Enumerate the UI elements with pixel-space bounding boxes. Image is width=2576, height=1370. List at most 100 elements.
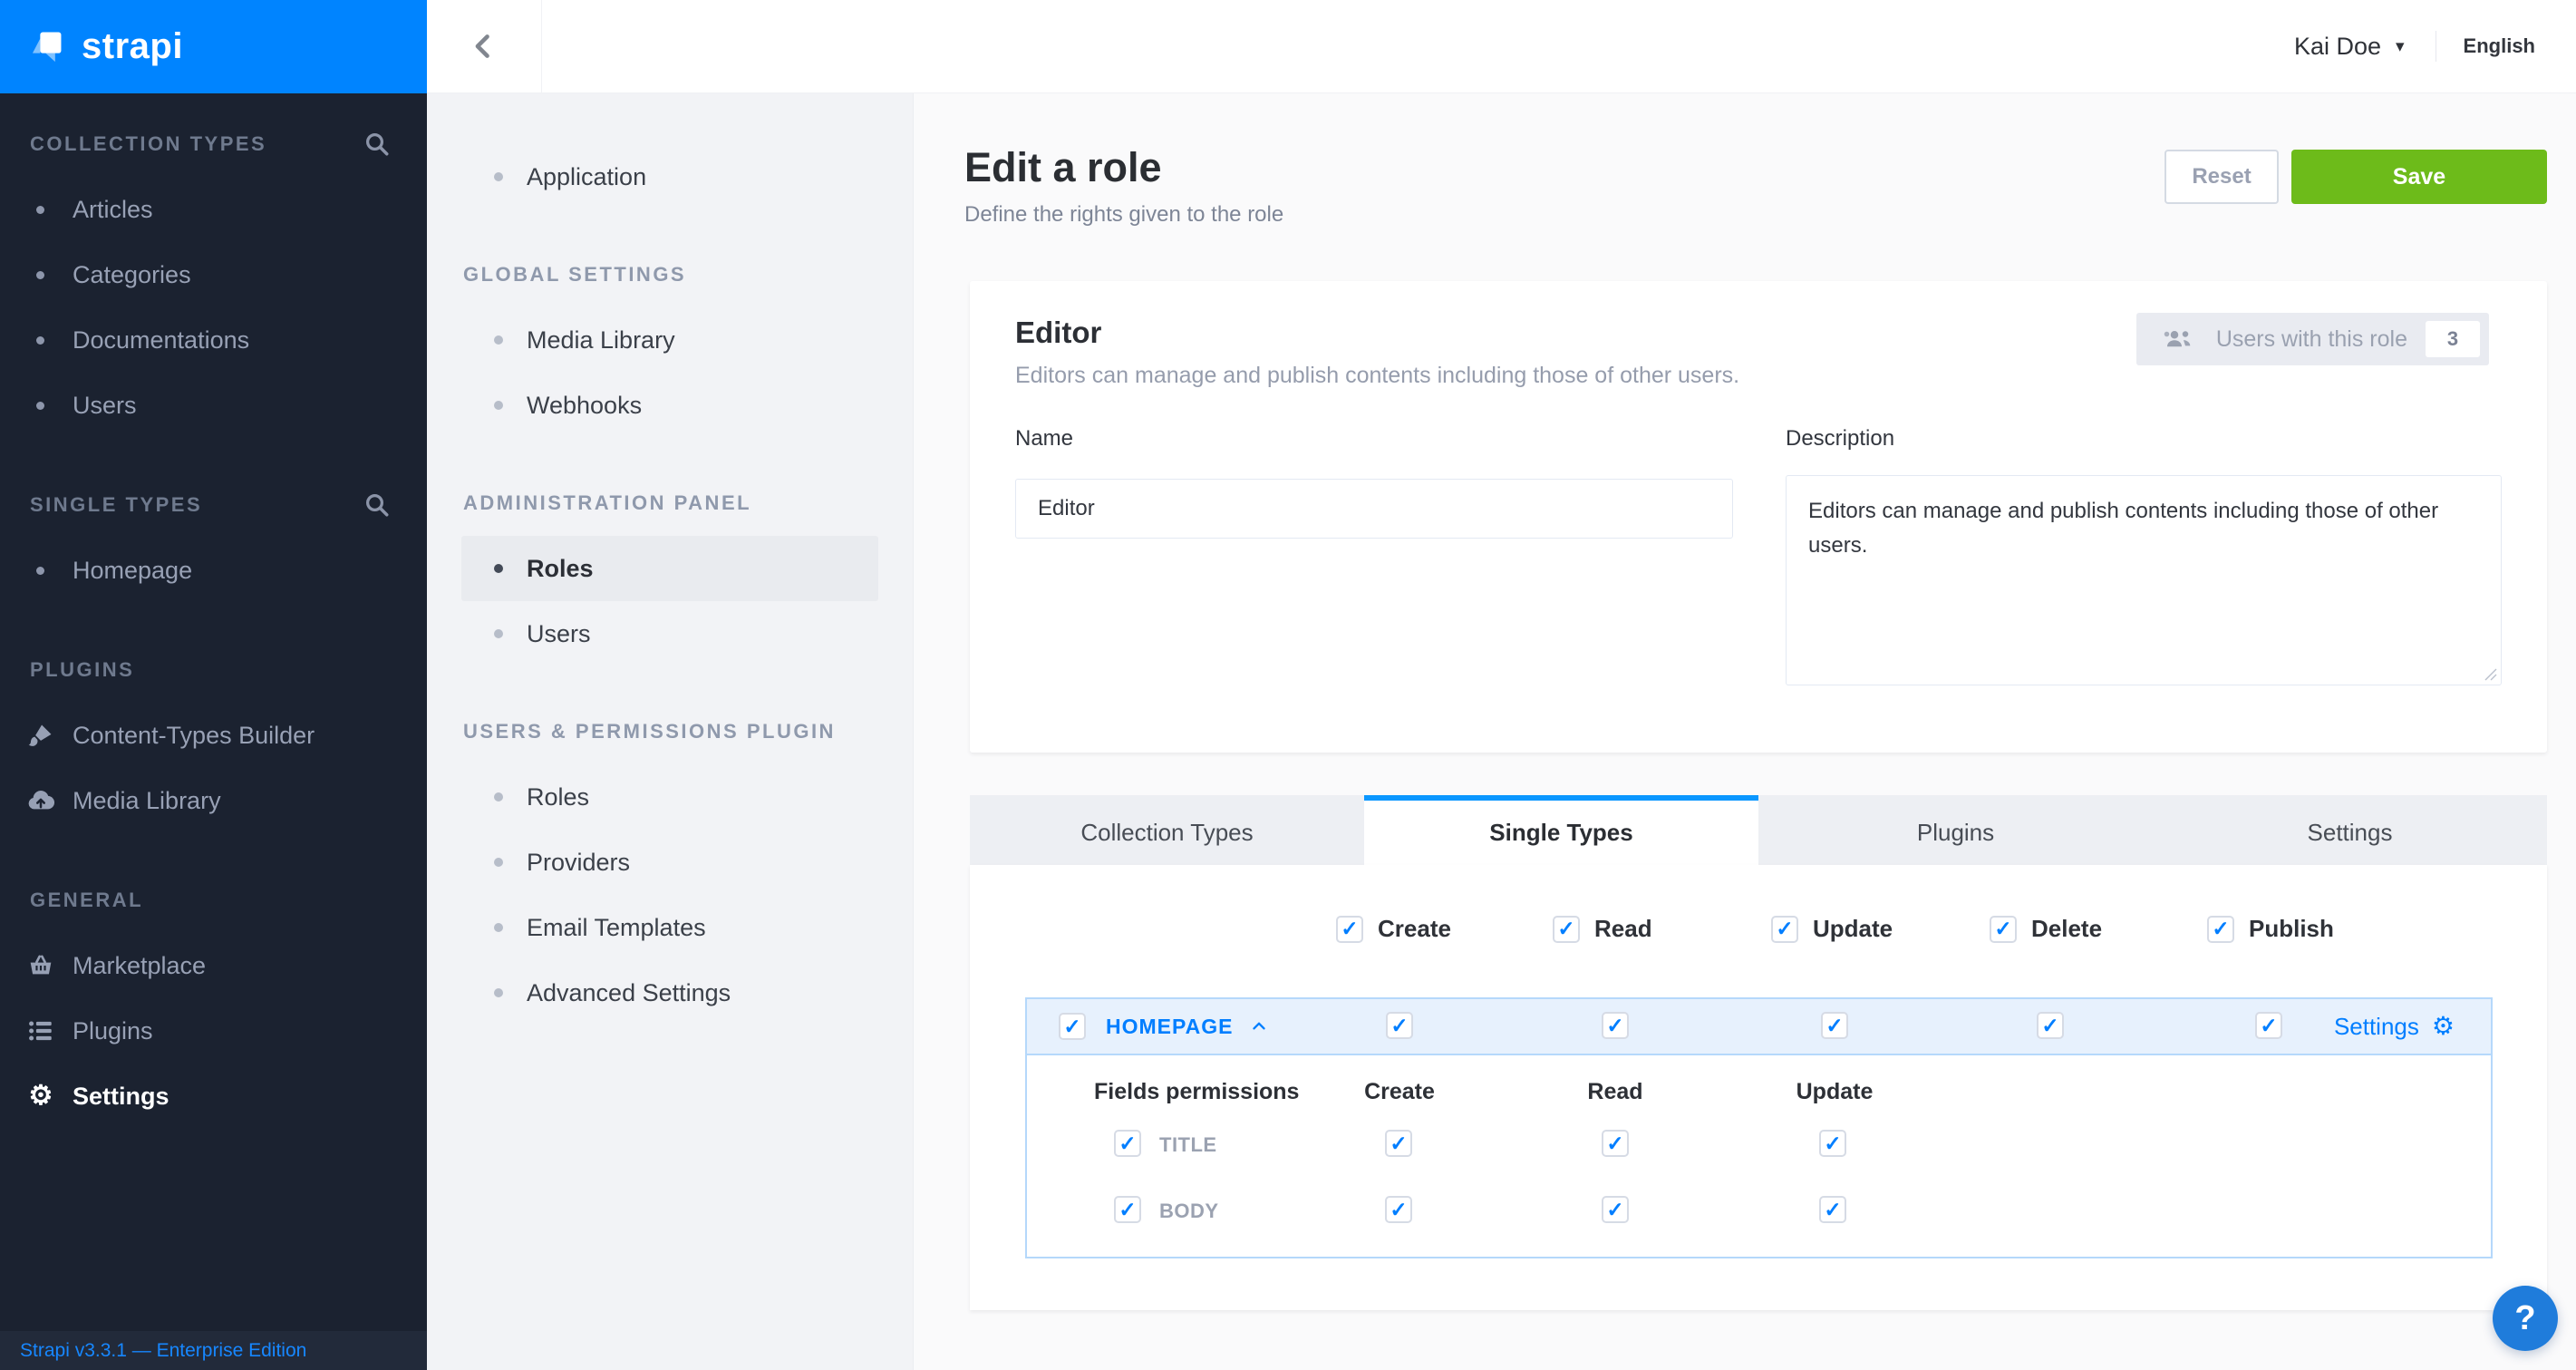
- settings-nav-heading-admin-panel: ADMINISTRATION PANEL: [427, 471, 913, 536]
- settings-nav-email-templates[interactable]: Email Templates: [461, 895, 878, 960]
- homepage-checkbox[interactable]: [1059, 1013, 1086, 1040]
- global-action-publish: Publish: [2207, 915, 2334, 943]
- title-update-checkbox[interactable]: [1819, 1130, 1846, 1157]
- role-name-heading: Editor: [1015, 316, 1101, 350]
- title-field-checkbox[interactable]: [1114, 1130, 1141, 1157]
- homepage-create-checkbox[interactable]: [1386, 1012, 1413, 1039]
- bullet-icon: [494, 172, 503, 181]
- fields-permissions-heading: Fields permissions: [1094, 1079, 1299, 1105]
- field-name: TITLE: [1159, 1133, 1217, 1157]
- permissions-card: Collection Types Single Types Plugins Se…: [970, 795, 2547, 1310]
- homepage-publish-checkbox[interactable]: [2255, 1012, 2282, 1039]
- chevron-left-icon: [469, 31, 499, 62]
- field-name: BODY: [1159, 1200, 1219, 1223]
- read-checkbox[interactable]: [1553, 916, 1580, 943]
- shopping-basket-icon: [25, 950, 56, 981]
- homepage-delete-checkbox[interactable]: [2037, 1012, 2064, 1039]
- update-checkbox[interactable]: [1771, 916, 1798, 943]
- page-subtitle: Define the rights given to the role: [964, 202, 1283, 228]
- reset-button[interactable]: Reset: [2164, 150, 2279, 204]
- create-checkbox[interactable]: [1336, 916, 1363, 943]
- settings-nav-advanced-settings[interactable]: Advanced Settings: [461, 960, 878, 1025]
- settings-nav-providers[interactable]: Providers: [461, 830, 878, 895]
- strapi-logo[interactable]: strapi: [0, 0, 427, 93]
- search-icon[interactable]: [363, 131, 391, 158]
- tab-collection-types[interactable]: Collection Types: [970, 795, 1364, 865]
- sidebar-item-articles[interactable]: Articles: [0, 177, 427, 242]
- settings-nav-webhooks[interactable]: Webhooks: [461, 373, 878, 438]
- sidebar-item-settings[interactable]: ⚙ Settings: [0, 1064, 427, 1129]
- bullet-icon: [494, 401, 503, 410]
- bullet-icon: [36, 206, 44, 214]
- title-create-checkbox[interactable]: [1385, 1130, 1412, 1157]
- bullet-icon: [494, 629, 503, 638]
- paint-brush-icon: [25, 720, 56, 751]
- permissions-tabs: Collection Types Single Types Plugins Se…: [970, 795, 2547, 865]
- users-with-role-button[interactable]: Users with this role 3: [2136, 313, 2489, 365]
- sidebar-section-plugins: PLUGINS Content-Types Builder Media Libr…: [0, 650, 427, 833]
- bullet-icon: [36, 336, 44, 345]
- users-with-role-label: Users with this role: [2216, 326, 2407, 353]
- homepage-row[interactable]: HOMEPAGE Settings ⚙: [1027, 999, 2491, 1055]
- chevron-up-icon[interactable]: [1249, 1016, 1269, 1036]
- save-button[interactable]: Save: [2291, 150, 2547, 204]
- language-selector[interactable]: English: [2464, 34, 2535, 58]
- settings-nav-up-roles[interactable]: Roles: [461, 764, 878, 830]
- settings-sidebar: Application GLOBAL SETTINGS Media Librar…: [427, 93, 914, 1370]
- role-name-input[interactable]: [1015, 479, 1733, 539]
- cloud-upload-icon: [25, 785, 56, 816]
- sidebar-item-plugins[interactable]: Plugins: [0, 998, 427, 1064]
- plugins-list-icon: [25, 1015, 56, 1046]
- sidebar-item-media-library[interactable]: Media Library: [0, 768, 427, 833]
- strapi-logo-icon: [27, 28, 65, 66]
- bullet-icon: [494, 923, 503, 932]
- settings-nav-users[interactable]: Users: [461, 601, 878, 666]
- search-icon[interactable]: [363, 491, 391, 519]
- bullet-icon: [36, 567, 44, 575]
- settings-nav-heading-users-permissions: USERS & PERMISSIONS PLUGIN: [427, 699, 913, 764]
- body-create-checkbox[interactable]: [1385, 1196, 1412, 1223]
- homepage-update-checkbox[interactable]: [1821, 1012, 1848, 1039]
- sidebar-item-users[interactable]: Users: [0, 373, 427, 438]
- sidebar-item-homepage[interactable]: Homepage: [0, 538, 427, 603]
- gear-icon: ⚙: [25, 1081, 56, 1112]
- body-update-checkbox[interactable]: [1819, 1196, 1846, 1223]
- tab-single-types[interactable]: Single Types: [1364, 795, 1758, 865]
- sidebar-section-collection-types: COLLECTION TYPES Articles Categories Doc…: [0, 124, 427, 438]
- resize-handle-icon[interactable]: [2484, 668, 2497, 681]
- sidebar-item-categories[interactable]: Categories: [0, 242, 427, 307]
- users-count-badge: 3: [2426, 321, 2480, 357]
- column-header-create: Create: [1364, 1079, 1435, 1105]
- settings-nav-application[interactable]: Application: [461, 144, 878, 209]
- sidebar-item-documentations[interactable]: Documentations: [0, 307, 427, 373]
- sidebar-section-single-types: SINGLE TYPES Homepage: [0, 485, 427, 603]
- body-field-checkbox[interactable]: [1114, 1196, 1141, 1223]
- back-button[interactable]: [427, 0, 542, 92]
- homepage-read-checkbox[interactable]: [1602, 1012, 1629, 1039]
- role-description-input[interactable]: Editors can manage and publish contents …: [1786, 475, 2502, 685]
- user-menu[interactable]: Kai Doe ▾: [2294, 33, 2405, 61]
- content-type-name: HOMEPAGE: [1106, 1015, 1233, 1039]
- column-header-update: Update: [1796, 1079, 1874, 1105]
- title-read-checkbox[interactable]: [1602, 1130, 1629, 1157]
- homepage-permission-panel: HOMEPAGE Settings ⚙: [1025, 997, 2493, 1258]
- tab-settings[interactable]: Settings: [2153, 795, 2547, 865]
- bullet-icon: [494, 858, 503, 867]
- users-group-icon: [2162, 325, 2196, 353]
- help-button[interactable]: ?: [2493, 1286, 2558, 1351]
- sidebar-item-content-types-builder[interactable]: Content-Types Builder: [0, 703, 427, 768]
- settings-nav-media-library[interactable]: Media Library: [461, 307, 878, 373]
- version-link[interactable]: Strapi v3.3.1 — Enterprise Edition: [0, 1331, 427, 1370]
- body-read-checkbox[interactable]: [1602, 1196, 1629, 1223]
- bullet-icon: [494, 335, 503, 345]
- sidebar-item-marketplace[interactable]: Marketplace: [0, 933, 427, 998]
- delete-checkbox[interactable]: [1990, 916, 2017, 943]
- section-title: PLUGINS: [30, 658, 134, 682]
- homepage-settings-link[interactable]: Settings ⚙: [2334, 999, 2455, 1054]
- global-action-read: Read: [1553, 915, 1652, 943]
- tab-plugins[interactable]: Plugins: [1758, 795, 2153, 865]
- global-action-create: Create: [1336, 915, 1451, 943]
- bullet-icon: [494, 564, 503, 573]
- publish-checkbox[interactable]: [2207, 916, 2234, 943]
- settings-nav-roles[interactable]: Roles: [461, 536, 878, 601]
